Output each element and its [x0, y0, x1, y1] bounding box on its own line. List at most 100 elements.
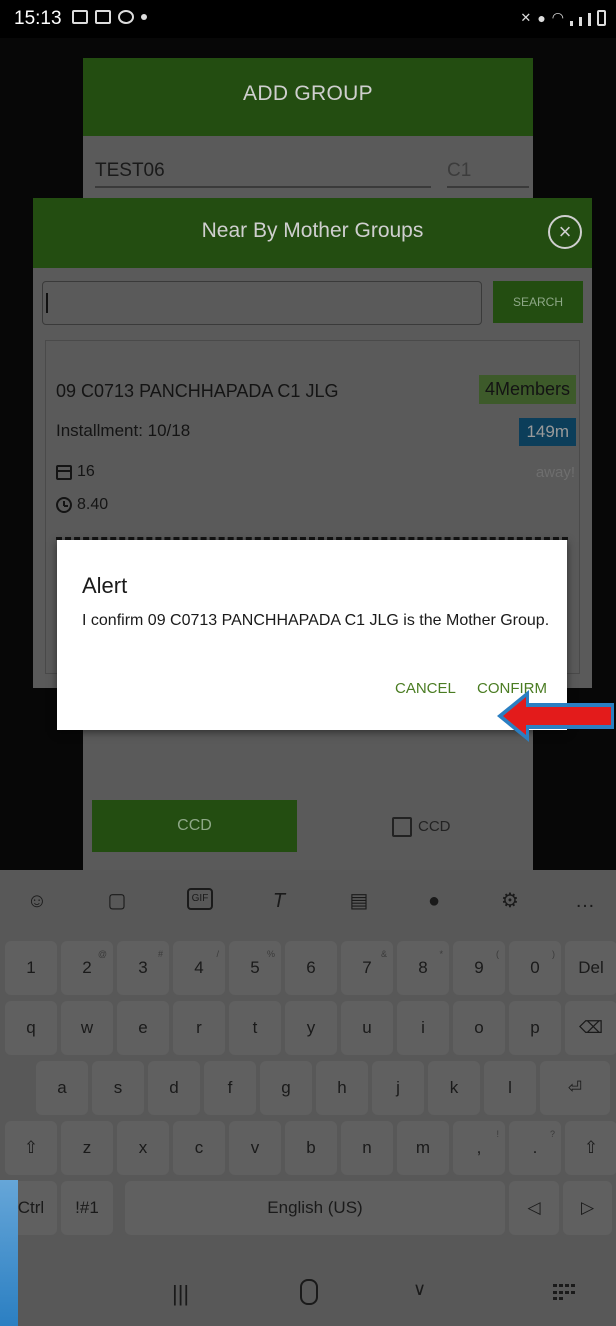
key-7[interactable]: 7 &	[341, 941, 393, 995]
mute-icon: ✕	[520, 10, 532, 25]
more-notifications-icon	[141, 14, 147, 20]
notification-icons	[72, 10, 147, 24]
key-i-label: i	[421, 1018, 425, 1037]
microphone-icon[interactable]: ●	[421, 888, 447, 914]
key-l[interactable]: l	[484, 1061, 536, 1115]
cancel-button[interactable]: CANCEL	[395, 680, 456, 697]
system-icons: ✕ ● ◠	[520, 9, 606, 26]
search-input[interactable]	[42, 281, 482, 325]
key-a[interactable]: a	[36, 1061, 88, 1115]
key-6-label: 6	[306, 958, 316, 977]
on-screen-keyboard: ☺ ▢ GIF T ▤ ● ⚙ … 1 2 @3 #4/5% 6 7 & 8 * 9(0) Del q…	[0, 870, 616, 1326]
key-q[interactable]: q	[5, 1001, 57, 1055]
key-6[interactable]: 6	[285, 941, 337, 995]
arrow-right-icon[interactable]: ▷	[563, 1181, 612, 1235]
key-g-label: g	[281, 1078, 291, 1097]
key-m-label: m	[415, 1138, 431, 1157]
key-y[interactable]: y	[285, 1001, 337, 1055]
key-7-alt-char: &	[380, 949, 387, 959]
key-r[interactable]: r	[173, 1001, 225, 1055]
key-4[interactable]: 4/	[173, 941, 225, 995]
installment-text: Installment: 10/18	[56, 421, 191, 440]
key-8[interactable]: 8 *	[397, 941, 449, 995]
key-e[interactable]: e	[117, 1001, 169, 1055]
key-h[interactable]: h	[316, 1061, 368, 1115]
key-7-label: 7	[362, 958, 372, 977]
notification-chrome-icon	[118, 10, 134, 24]
arrow-left-icon[interactable]: ◁	[509, 1181, 559, 1235]
status-time: 15:13	[14, 8, 62, 29]
key-9-label: 9	[474, 958, 484, 977]
near-modal-title: Near By Mother Groups	[201, 219, 424, 242]
key-g[interactable]: g	[260, 1061, 312, 1115]
key-x[interactable]: x	[117, 1121, 169, 1175]
navigation-bar: ||| ∨	[0, 1263, 616, 1326]
key-w[interactable]: w	[61, 1001, 113, 1055]
key-p[interactable]: p	[509, 1001, 561, 1055]
near-modal-header: Near By Mother Groups ×	[33, 198, 592, 268]
key-3-label: 3	[138, 958, 148, 977]
close-icon[interactable]: ×	[548, 215, 582, 249]
keyboard-switch-icon[interactable]	[553, 1284, 577, 1302]
key-u-label: u	[362, 1018, 372, 1037]
search-button[interactable]: SEARCH	[493, 281, 583, 323]
backspace-icon[interactable]: ⌫	[565, 1001, 616, 1055]
space-bar[interactable]: English (US)	[125, 1181, 505, 1235]
sticker-icon[interactable]: ▢	[104, 888, 130, 914]
key-5[interactable]: 5%	[229, 941, 281, 995]
recents-icon[interactable]: |||	[172, 1281, 189, 1307]
key-t-label: t	[252, 1018, 258, 1037]
key-n-label: n	[362, 1138, 372, 1157]
key-z[interactable]: z	[61, 1121, 113, 1175]
key-0[interactable]: 0)	[509, 941, 561, 995]
key-1[interactable]: 1	[5, 941, 57, 995]
alert-title: Alert	[82, 573, 128, 598]
ccd-checkbox[interactable]	[392, 817, 412, 837]
handwriting-icon[interactable]: T	[266, 888, 292, 914]
key-comma[interactable]: ,!	[453, 1121, 505, 1175]
shift-left-icon[interactable]: ⇧	[5, 1121, 57, 1175]
group-name-field[interactable]: TEST06	[95, 160, 165, 182]
key-period[interactable]: .?	[509, 1121, 561, 1175]
key-delete[interactable]: Del	[565, 941, 616, 995]
key-v-label: v	[250, 1138, 260, 1157]
group-code-field[interactable]: C1	[447, 160, 471, 182]
key-d[interactable]: d	[148, 1061, 200, 1115]
key-b[interactable]: b	[285, 1121, 337, 1175]
key-b-label: b	[306, 1138, 316, 1157]
key-o[interactable]: o	[453, 1001, 505, 1055]
status-bar: 15:13 ✕ ● ◠	[0, 0, 616, 38]
key-u[interactable]: u	[341, 1001, 393, 1055]
key-n[interactable]: n	[341, 1121, 393, 1175]
key-3[interactable]: 3 #	[117, 941, 169, 995]
shift-right-icon[interactable]: ⇧	[565, 1121, 616, 1175]
settings-icon[interactable]: ⚙	[497, 888, 523, 914]
key-t[interactable]: t	[229, 1001, 281, 1055]
home-icon[interactable]	[300, 1279, 318, 1305]
key-symbols[interactable]: !#1	[61, 1181, 113, 1235]
key-x-label: x	[138, 1138, 148, 1157]
key-s[interactable]: s	[92, 1061, 144, 1115]
wifi-icon: ◠	[551, 9, 564, 25]
hide-keyboard-icon[interactable]: ∨	[413, 1279, 426, 1300]
clipboard-icon[interactable]: ▤	[346, 888, 372, 914]
key-9[interactable]: 9(	[453, 941, 505, 995]
more-icon[interactable]: …	[572, 888, 598, 914]
ccd-acknowledgement-button[interactable]: CCD ACKNOWLEDGEMENT	[92, 800, 297, 886]
key-2[interactable]: 2 @	[61, 941, 113, 995]
key-m[interactable]: m	[397, 1121, 449, 1175]
key-d-label: d	[169, 1078, 179, 1097]
key-j[interactable]: j	[372, 1061, 424, 1115]
key-c[interactable]: c	[173, 1121, 225, 1175]
key-k[interactable]: k	[428, 1061, 480, 1115]
key-l-label: l	[508, 1078, 512, 1097]
meeting-time: 8.40	[56, 496, 108, 514]
emoji-icon[interactable]: ☺	[24, 888, 50, 914]
key-v[interactable]: v	[229, 1121, 281, 1175]
key-delete-label: Del	[578, 958, 604, 977]
key-i[interactable]: i	[397, 1001, 449, 1055]
key-s-label: s	[113, 1078, 123, 1097]
key-f[interactable]: f	[204, 1061, 256, 1115]
gif-icon[interactable]: GIF	[187, 888, 213, 910]
key-y-label: y	[306, 1018, 316, 1037]
